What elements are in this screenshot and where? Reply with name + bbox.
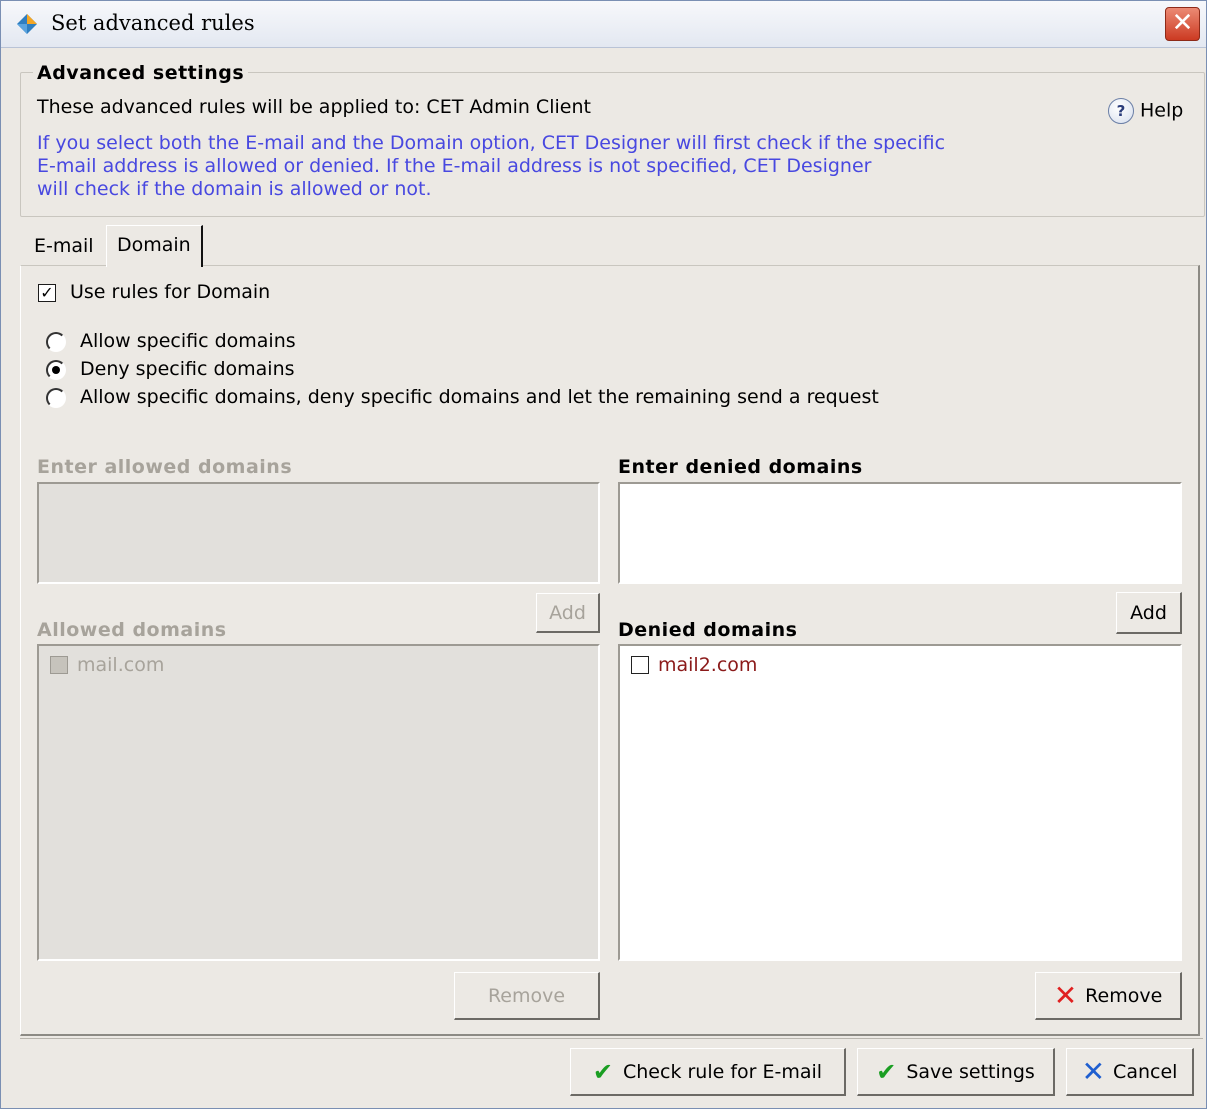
add-denied-button[interactable]: Add [1116, 592, 1182, 634]
allowed-domains-input[interactable] [37, 482, 600, 584]
info-line: will check if the domain is allowed or n… [37, 178, 432, 200]
green-check-icon: ✔ [592, 1058, 613, 1086]
remove-denied-label: Remove [1085, 985, 1163, 1007]
info-text: If you select both the E-mail and the Do… [37, 132, 1037, 201]
denied-domains-input[interactable] [618, 482, 1182, 584]
help-link[interactable]: ? Help [1108, 98, 1183, 124]
help-question-icon: ? [1108, 98, 1134, 124]
use-rules-checkbox[interactable]: ✓ [38, 284, 56, 302]
advanced-settings-legend: Advanced settings [33, 62, 249, 84]
denied-item-label: mail2.com [658, 654, 758, 676]
tab-email[interactable]: E-mail [24, 229, 104, 265]
radio-allow-specific-label: Allow specific domains [80, 330, 296, 352]
allowed-domains-list[interactable]: mail.com [37, 644, 600, 961]
cancel-label: Cancel [1113, 1061, 1178, 1083]
cancel-button[interactable]: ✕ Cancel [1066, 1048, 1194, 1096]
footer-separator [20, 1038, 1203, 1039]
allowed-domains-heading: Allowed domains [37, 619, 227, 641]
add-allowed-button[interactable]: Add [536, 593, 600, 633]
blue-x-icon: ✕ [1081, 1055, 1106, 1088]
close-icon: ✕ [1171, 8, 1194, 38]
save-settings-button[interactable]: ✔ Save settings [857, 1048, 1055, 1096]
app-diamond-icon [17, 14, 37, 34]
radio-allow-specific[interactable] [46, 332, 66, 352]
tab-domain[interactable]: Domain [106, 225, 203, 267]
save-settings-label: Save settings [906, 1061, 1035, 1083]
allowed-item-checkbox[interactable] [50, 656, 68, 674]
remove-denied-button[interactable]: ✕ Remove [1035, 972, 1182, 1020]
use-rules-label: Use rules for Domain [70, 281, 271, 303]
denied-domains-list[interactable]: mail2.com [618, 644, 1182, 961]
green-check-icon: ✔ [876, 1058, 897, 1086]
close-button[interactable]: ✕ [1165, 7, 1200, 41]
radio-deny-specific-label: Deny specific domains [80, 358, 295, 380]
radio-allow-deny-request[interactable] [46, 388, 66, 408]
info-line: E-mail address is allowed or denied. If … [37, 155, 872, 177]
enter-denied-heading: Enter denied domains [618, 456, 863, 478]
remove-allowed-button[interactable]: Remove [454, 972, 600, 1020]
red-x-icon: ✕ [1053, 979, 1078, 1012]
allowed-item-label: mail.com [77, 654, 165, 676]
radio-selected-dot [52, 366, 60, 374]
denied-domains-heading: Denied domains [618, 619, 798, 641]
check-rule-button[interactable]: ✔ Check rule for E-mail [570, 1048, 846, 1096]
window-title: Set advanced rules [51, 11, 255, 35]
applied-to-text: These advanced rules will be applied to:… [37, 96, 591, 118]
radio-deny-specific[interactable] [46, 360, 66, 380]
denied-item-checkbox[interactable] [631, 656, 649, 674]
check-rule-label: Check rule for E-mail [623, 1061, 823, 1083]
info-line: If you select both the E-mail and the Do… [37, 132, 946, 154]
enter-allowed-heading: Enter allowed domains [37, 456, 293, 478]
radio-allow-deny-request-label: Allow specific domains, deny specific do… [80, 386, 879, 408]
title-bar: Set advanced rules ✕ [1, 1, 1206, 48]
help-label: Help [1140, 99, 1184, 122]
